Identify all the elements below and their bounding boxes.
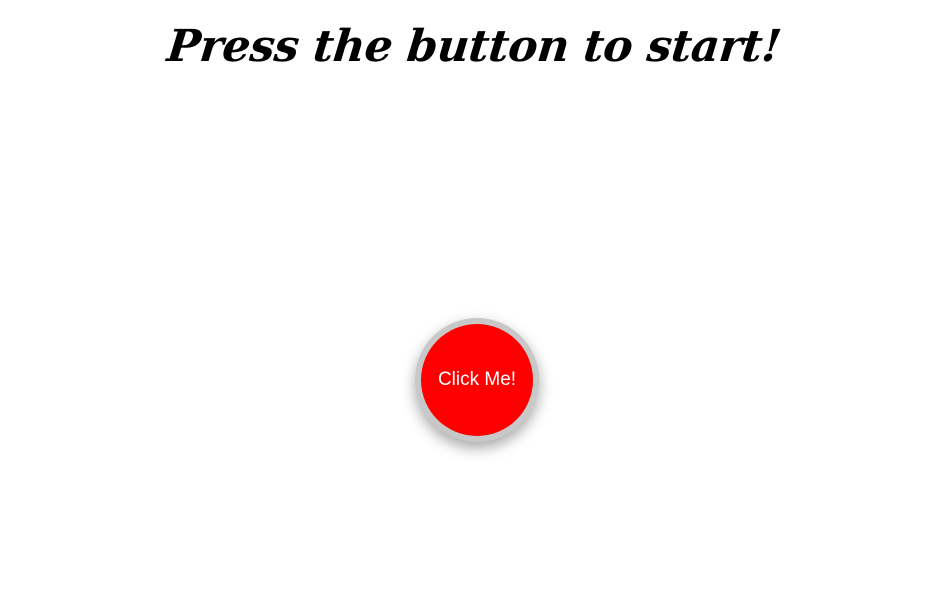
page: Press the button to start! Click Me! <box>0 0 948 590</box>
start-button-ring[interactable]: Click Me! <box>415 318 539 442</box>
page-title: Press the button to start! <box>164 21 784 72</box>
start-button[interactable]: Click Me! <box>421 324 533 436</box>
